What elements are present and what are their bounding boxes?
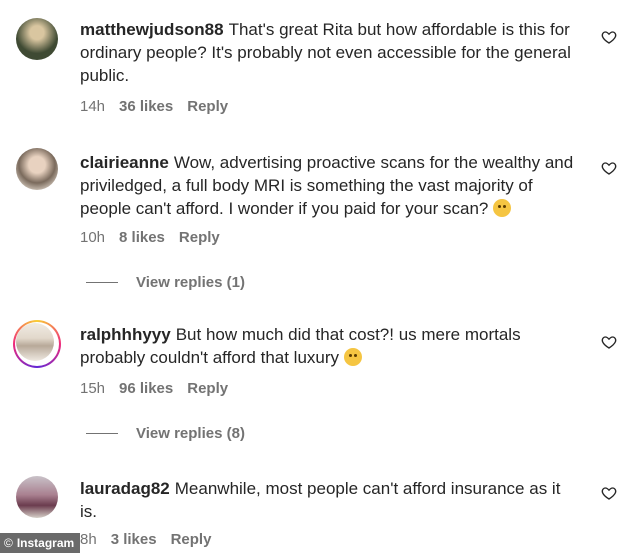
view-replies-button[interactable]: View replies (8) bbox=[86, 425, 245, 442]
timestamp: 15h bbox=[80, 380, 106, 397]
frowning-face-emoji bbox=[343, 348, 362, 366]
reply-button[interactable]: Reply bbox=[187, 380, 228, 397]
username[interactable]: lauradag82 bbox=[80, 479, 170, 498]
username[interactable]: clairieanne bbox=[80, 153, 169, 172]
likes-count[interactable]: 3 likes bbox=[111, 531, 157, 548]
watermark-label: Instagram bbox=[16, 536, 75, 550]
username[interactable]: ralphhhyyy bbox=[80, 325, 171, 344]
username[interactable]: matthewjudson88 bbox=[80, 20, 224, 39]
comment-meta: 14h 36 likes Reply bbox=[80, 98, 228, 115]
heart-icon[interactable] bbox=[601, 334, 617, 350]
reply-button[interactable]: Reply bbox=[171, 531, 212, 548]
avatar[interactable] bbox=[16, 323, 54, 361]
comment-meta: 10h 8 likes Reply bbox=[80, 229, 220, 246]
comment-text-block: lauradag82 Meanwhile, most people can't a… bbox=[80, 477, 580, 523]
likes-count[interactable]: 96 likes bbox=[119, 380, 173, 397]
view-replies-button[interactable]: View replies (1) bbox=[86, 274, 245, 291]
likes-count[interactable]: 8 likes bbox=[119, 229, 165, 246]
timestamp: 14h bbox=[80, 98, 106, 115]
avatar[interactable] bbox=[16, 18, 58, 60]
divider bbox=[86, 433, 118, 434]
avatar[interactable] bbox=[16, 476, 58, 518]
timestamp: 10h bbox=[80, 229, 106, 246]
comment-meta: 15h 96 likes Reply bbox=[80, 380, 228, 397]
copyright-icon: © bbox=[4, 536, 13, 550]
heart-icon[interactable] bbox=[601, 485, 617, 501]
heart-icon[interactable] bbox=[601, 160, 617, 176]
monocle-face-emoji bbox=[493, 199, 512, 217]
view-replies-label: View replies (8) bbox=[136, 425, 245, 442]
view-replies-label: View replies (1) bbox=[136, 274, 245, 291]
comment-text-block: ralphhhyyy But how much did that cost?! u… bbox=[80, 323, 580, 369]
reply-button[interactable]: Reply bbox=[187, 98, 228, 115]
reply-button[interactable]: Reply bbox=[179, 229, 220, 246]
comment-text-block: matthewjudson88 That's great Rita but how… bbox=[80, 18, 580, 87]
timestamp: 8h bbox=[80, 531, 97, 548]
story-ring[interactable] bbox=[13, 320, 61, 368]
instagram-watermark: © Instagram bbox=[0, 533, 81, 553]
comment-meta: 8h 3 likes Reply bbox=[80, 531, 211, 548]
heart-icon[interactable] bbox=[601, 29, 617, 45]
likes-count[interactable]: 36 likes bbox=[119, 98, 173, 115]
divider bbox=[86, 282, 118, 283]
avatar[interactable] bbox=[16, 148, 58, 190]
comment-text-block: clairieanne Wow, advertising proactive sc… bbox=[80, 151, 580, 220]
